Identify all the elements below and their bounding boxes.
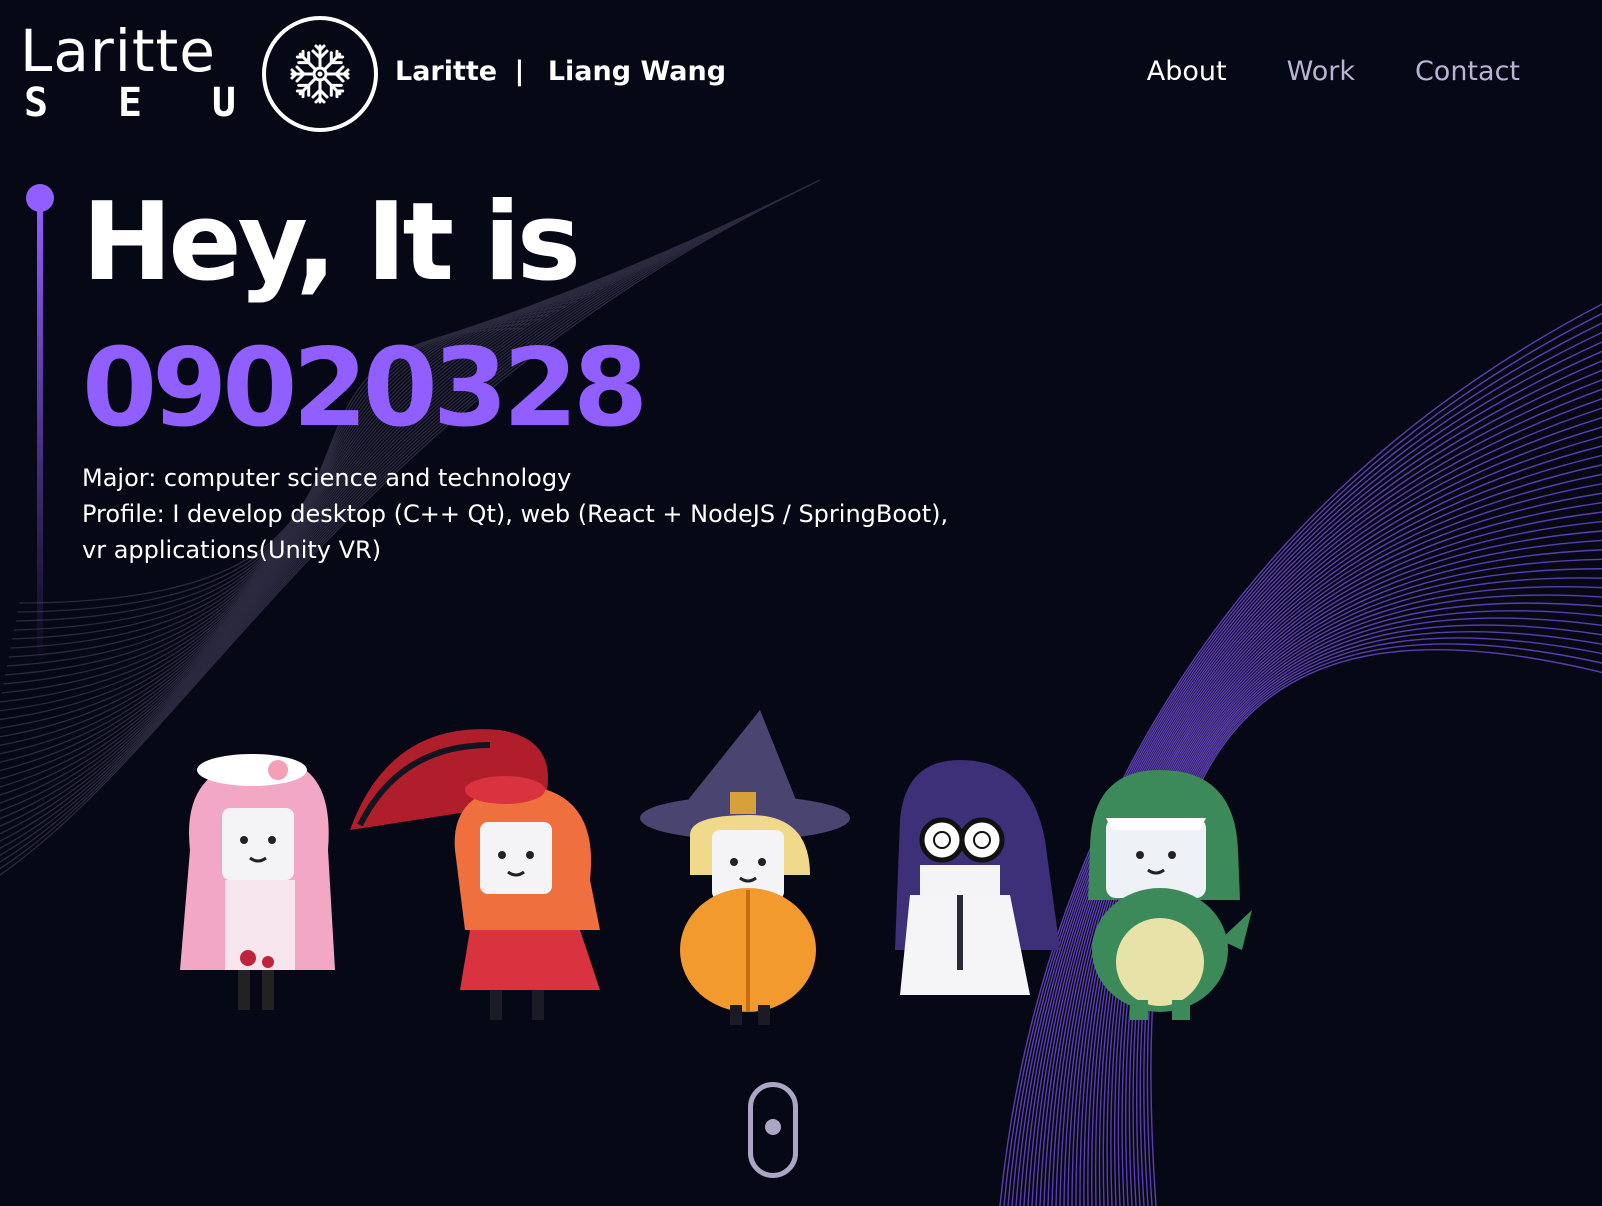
mouse-scroll-icon[interactable] [748, 1082, 798, 1178]
hero-major: Major: computer science and technology [82, 464, 572, 492]
hero-timeline [24, 184, 56, 664]
timeline-line [37, 204, 43, 664]
character-scientist [895, 760, 1060, 995]
hero-greeting: Hey, It is [82, 180, 581, 305]
brand-separator: | [514, 56, 525, 87]
hero-profile: Profile: I develop desktop (C++ Qt), web… [82, 500, 949, 564]
character-nurse [180, 754, 335, 1010]
brand-name: Laritte [395, 56, 498, 87]
nav-contact[interactable]: Contact [1415, 56, 1520, 87]
nav-work[interactable]: Work [1287, 56, 1355, 87]
snowflake-emblem[interactable] [262, 16, 378, 132]
brand-title: Laritte | Liang Wang [395, 56, 726, 87]
logo-letter: U [211, 80, 236, 126]
page: Laritte S E U Laritte | Liang Wang About… [0, 0, 1602, 1206]
logo-letters: S E U [20, 80, 240, 126]
hero-description: Major: computer science and technology P… [82, 460, 972, 568]
main-nav: About Work Contact [1147, 56, 1520, 87]
logo-letter: S [24, 80, 49, 126]
hero-title: Hey, It is 09020328 [82, 178, 648, 454]
scroll-dot [765, 1119, 781, 1135]
logo-word: Laritte [20, 17, 216, 85]
logo-letter: E [117, 80, 143, 126]
character-illustration [180, 710, 1252, 1025]
character-witch [640, 710, 850, 1025]
character-umbrella [350, 729, 600, 1020]
character-shark [1088, 770, 1252, 1020]
snowflake-icon [290, 44, 350, 104]
brand-person: Liang Wang [547, 56, 727, 87]
hero-student-id: 09020328 [82, 326, 648, 451]
site-logo[interactable]: Laritte S E U [20, 22, 242, 126]
nav-about[interactable]: About [1147, 56, 1227, 87]
